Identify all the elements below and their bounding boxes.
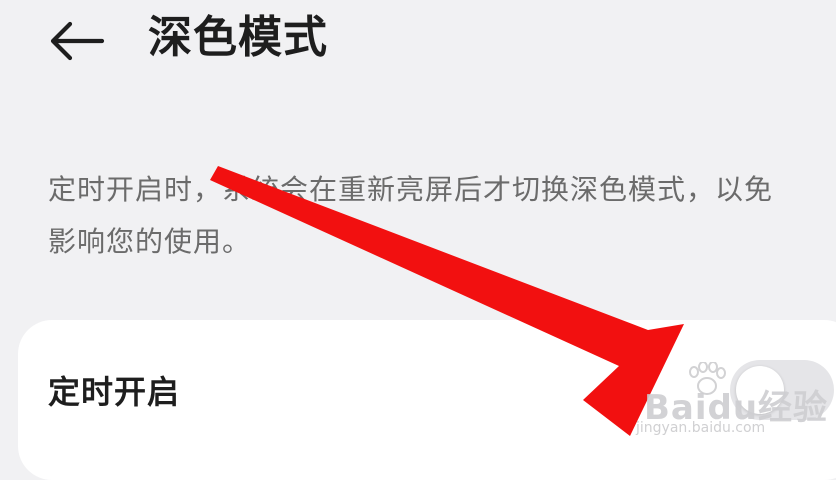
- back-button[interactable]: [44, 14, 108, 68]
- scheduled-toggle[interactable]: [730, 360, 834, 420]
- arrow-left-icon: [50, 21, 105, 61]
- header-bar: 深色模式: [0, 0, 836, 90]
- toggle-knob: [736, 366, 784, 414]
- scheduled-setting-card: 定时开启: [18, 320, 836, 480]
- page-title: 深色模式: [148, 12, 328, 63]
- schedule-description: 定时开启时，系统会在重新亮屏后才切换深色模式，以免影响您的使用。: [48, 173, 774, 258]
- scheduled-setting-label: 定时开启: [48, 373, 181, 411]
